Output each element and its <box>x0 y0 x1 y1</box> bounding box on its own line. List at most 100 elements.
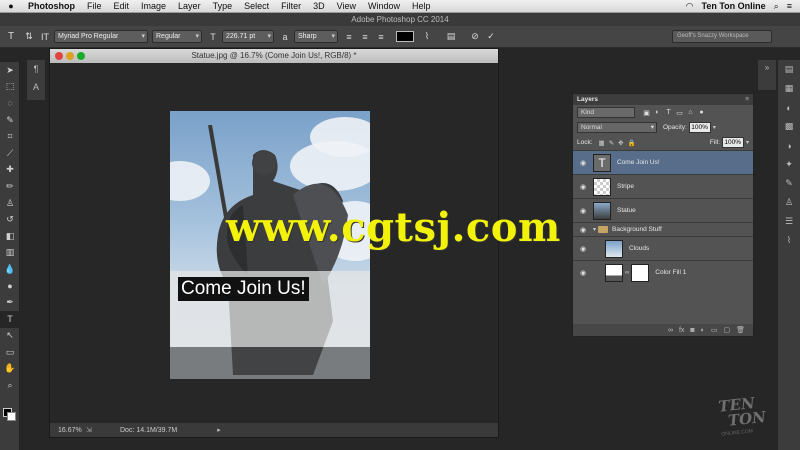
background-color-swatch[interactable] <box>7 412 16 421</box>
visibility-eye-icon[interactable]: ◉ <box>573 245 593 253</box>
lock-all-icon[interactable]: 🔒 <box>628 139 636 147</box>
close-icon[interactable] <box>55 52 63 60</box>
search-icon[interactable]: ⌕ <box>774 1 779 12</box>
swatches-panel-icon[interactable]: ▩ <box>778 117 800 136</box>
add-mask-icon[interactable]: ◙ <box>690 327 694 334</box>
visibility-eye-icon[interactable]: ◉ <box>573 207 593 215</box>
menu-window[interactable]: Window <box>362 1 406 11</box>
antialias-select[interactable]: Sharp <box>294 30 338 43</box>
opacity-input[interactable]: 100% <box>688 122 711 133</box>
align-right-icon[interactable]: ≡ <box>374 32 388 42</box>
toggle-orientation-icon[interactable]: ⇅ <box>22 31 36 42</box>
menu-filter[interactable]: Filter <box>275 1 307 11</box>
lasso-tool-icon[interactable]: ◌ <box>0 95 20 112</box>
adjustments-panel-icon[interactable]: ◐ <box>778 98 800 117</box>
clone-source-panel-icon[interactable]: ♙ <box>778 193 800 212</box>
link-icon[interactable]: ∞ <box>625 270 629 276</box>
layer-row-clouds[interactable]: ◉ Clouds <box>573 236 753 260</box>
layer-row-color-fill-1[interactable]: ◉ ∞ Color Fill 1 <box>573 260 753 284</box>
fill-slider-icon[interactable]: ▾ <box>746 139 749 146</box>
layer-row-stripe[interactable]: ◉ Stripe <box>573 174 753 198</box>
align-left-icon[interactable]: ≡ <box>342 32 356 42</box>
menu-help[interactable]: Help <box>406 1 437 11</box>
path-select-tool-icon[interactable]: ↖ <box>0 328 20 345</box>
brush-panel-icon[interactable]: ✎ <box>778 174 800 193</box>
shape-tool-icon[interactable]: ▭ <box>0 344 20 361</box>
move-tool-icon[interactable]: ➤ <box>0 62 20 79</box>
layer-row-come-join-us[interactable]: ◉ T Come Join Us! <box>573 150 753 174</box>
zoom-window-icon[interactable] <box>77 52 85 60</box>
font-style-select[interactable]: Regular <box>152 30 202 43</box>
hand-tool-icon[interactable]: ✋ <box>0 361 20 378</box>
styles-panel-icon[interactable]: ✦ <box>778 155 800 174</box>
filter-adjustment-icon[interactable]: ◐ <box>652 109 663 116</box>
blend-mode-select[interactable]: Normal <box>577 122 657 133</box>
align-center-icon[interactable]: ≡ <box>358 32 372 42</box>
warp-text-icon[interactable]: ⌇ <box>420 31 434 42</box>
status-menu-arrow-icon[interactable]: ▸ <box>217 426 221 434</box>
layer-style-icon[interactable]: fx <box>679 327 684 334</box>
character-icon[interactable]: A <box>27 78 45 96</box>
pen-tool-icon[interactable]: ✒ <box>0 294 20 311</box>
kind-filter-select[interactable]: Kind <box>577 107 635 118</box>
filter-toggle-icon[interactable]: ● <box>696 109 707 116</box>
font-family-select[interactable]: Myriad Pro Regular <box>54 30 148 43</box>
crop-tool-icon[interactable]: ⌗ <box>0 128 20 145</box>
quick-select-tool-icon[interactable]: ✎ <box>0 112 20 129</box>
menu-layer[interactable]: Layer <box>172 1 207 11</box>
filter-smart-object-icon[interactable]: ⌂ <box>685 109 696 116</box>
filter-type-icon[interactable]: T <box>663 109 674 116</box>
visibility-eye-icon[interactable]: ◉ <box>573 226 593 234</box>
dock-collapse-icon[interactable]: » <box>758 60 776 75</box>
channels-panel-icon[interactable]: ☰ <box>778 212 800 231</box>
zoom-tool-icon[interactable]: ⌕ <box>0 377 20 394</box>
cancel-icon[interactable]: ⊘ <box>468 31 482 42</box>
paths-panel-icon[interactable]: ⌇ <box>778 231 800 250</box>
type-tool-icon[interactable]: T <box>0 31 22 42</box>
history-panel-icon[interactable]: ▤ <box>778 60 800 79</box>
stamp-tool-icon[interactable]: ♙ <box>0 195 20 212</box>
headline-text[interactable]: Come Join Us! <box>178 277 309 301</box>
properties-panel-icon[interactable]: ▦ <box>778 79 800 98</box>
visibility-eye-icon[interactable]: ◉ <box>573 159 593 167</box>
opacity-slider-icon[interactable]: ▾ <box>713 124 716 131</box>
group-expand-icon[interactable]: ▾ <box>593 226 596 233</box>
text-color-swatch[interactable] <box>396 31 414 42</box>
menu-select[interactable]: Select <box>238 1 275 11</box>
layers-panel-title[interactable]: Layers <box>577 96 598 103</box>
dodge-tool-icon[interactable]: ● <box>0 278 20 295</box>
panel-menu-icon[interactable]: ≡ <box>745 96 753 103</box>
character-panel-icon[interactable]: ▤ <box>444 31 458 42</box>
new-layer-icon[interactable]: ▢ <box>723 326 730 334</box>
layer-group-background-stuff[interactable]: ◉ ▾ Background Stuff <box>573 222 753 236</box>
lock-position-icon[interactable]: ✥ <box>618 139 623 147</box>
minimize-icon[interactable] <box>66 52 74 60</box>
paragraph-icon[interactable]: ¶ <box>27 60 45 78</box>
status-export-icon[interactable]: ⇲ <box>86 426 106 434</box>
eyedropper-tool-icon[interactable]: ⟋ <box>0 145 20 162</box>
color-panel-icon[interactable]: ◑ <box>778 136 800 155</box>
blur-tool-icon[interactable]: 💧 <box>0 261 20 278</box>
brush-tool-icon[interactable]: ✏ <box>0 178 20 195</box>
menu-file[interactable]: File <box>81 1 108 11</box>
user-name[interactable]: Ten Ton Online <box>702 1 766 11</box>
menu-view[interactable]: View <box>331 1 362 11</box>
list-icon[interactable]: ≡ <box>787 1 792 11</box>
filter-shape-icon[interactable]: ▭ <box>674 109 685 117</box>
menu-3d[interactable]: 3D <box>307 1 331 11</box>
type-tool-icon[interactable]: T <box>0 310 20 328</box>
gradient-tool-icon[interactable]: ▥ <box>0 245 20 262</box>
commit-icon[interactable]: ✓ <box>484 31 498 42</box>
link-layers-icon[interactable]: ∞ <box>668 327 673 334</box>
new-group-icon[interactable]: ▭ <box>711 326 718 334</box>
wifi-icon[interactable]: ◠ <box>686 1 694 12</box>
delete-layer-icon[interactable]: 🗑 <box>736 326 745 334</box>
lock-image-icon[interactable]: ✎ <box>609 139 614 147</box>
zoom-level[interactable]: 16.67% <box>50 427 86 434</box>
menu-type[interactable]: Type <box>207 1 239 11</box>
lock-transparent-icon[interactable]: ▦ <box>599 139 605 147</box>
history-brush-tool-icon[interactable]: ↺ <box>0 211 20 228</box>
menu-photoshop[interactable]: Photoshop <box>22 1 81 11</box>
filter-pixel-icon[interactable]: ▣ <box>641 109 652 117</box>
marquee-tool-icon[interactable]: ⬚ <box>0 79 20 96</box>
